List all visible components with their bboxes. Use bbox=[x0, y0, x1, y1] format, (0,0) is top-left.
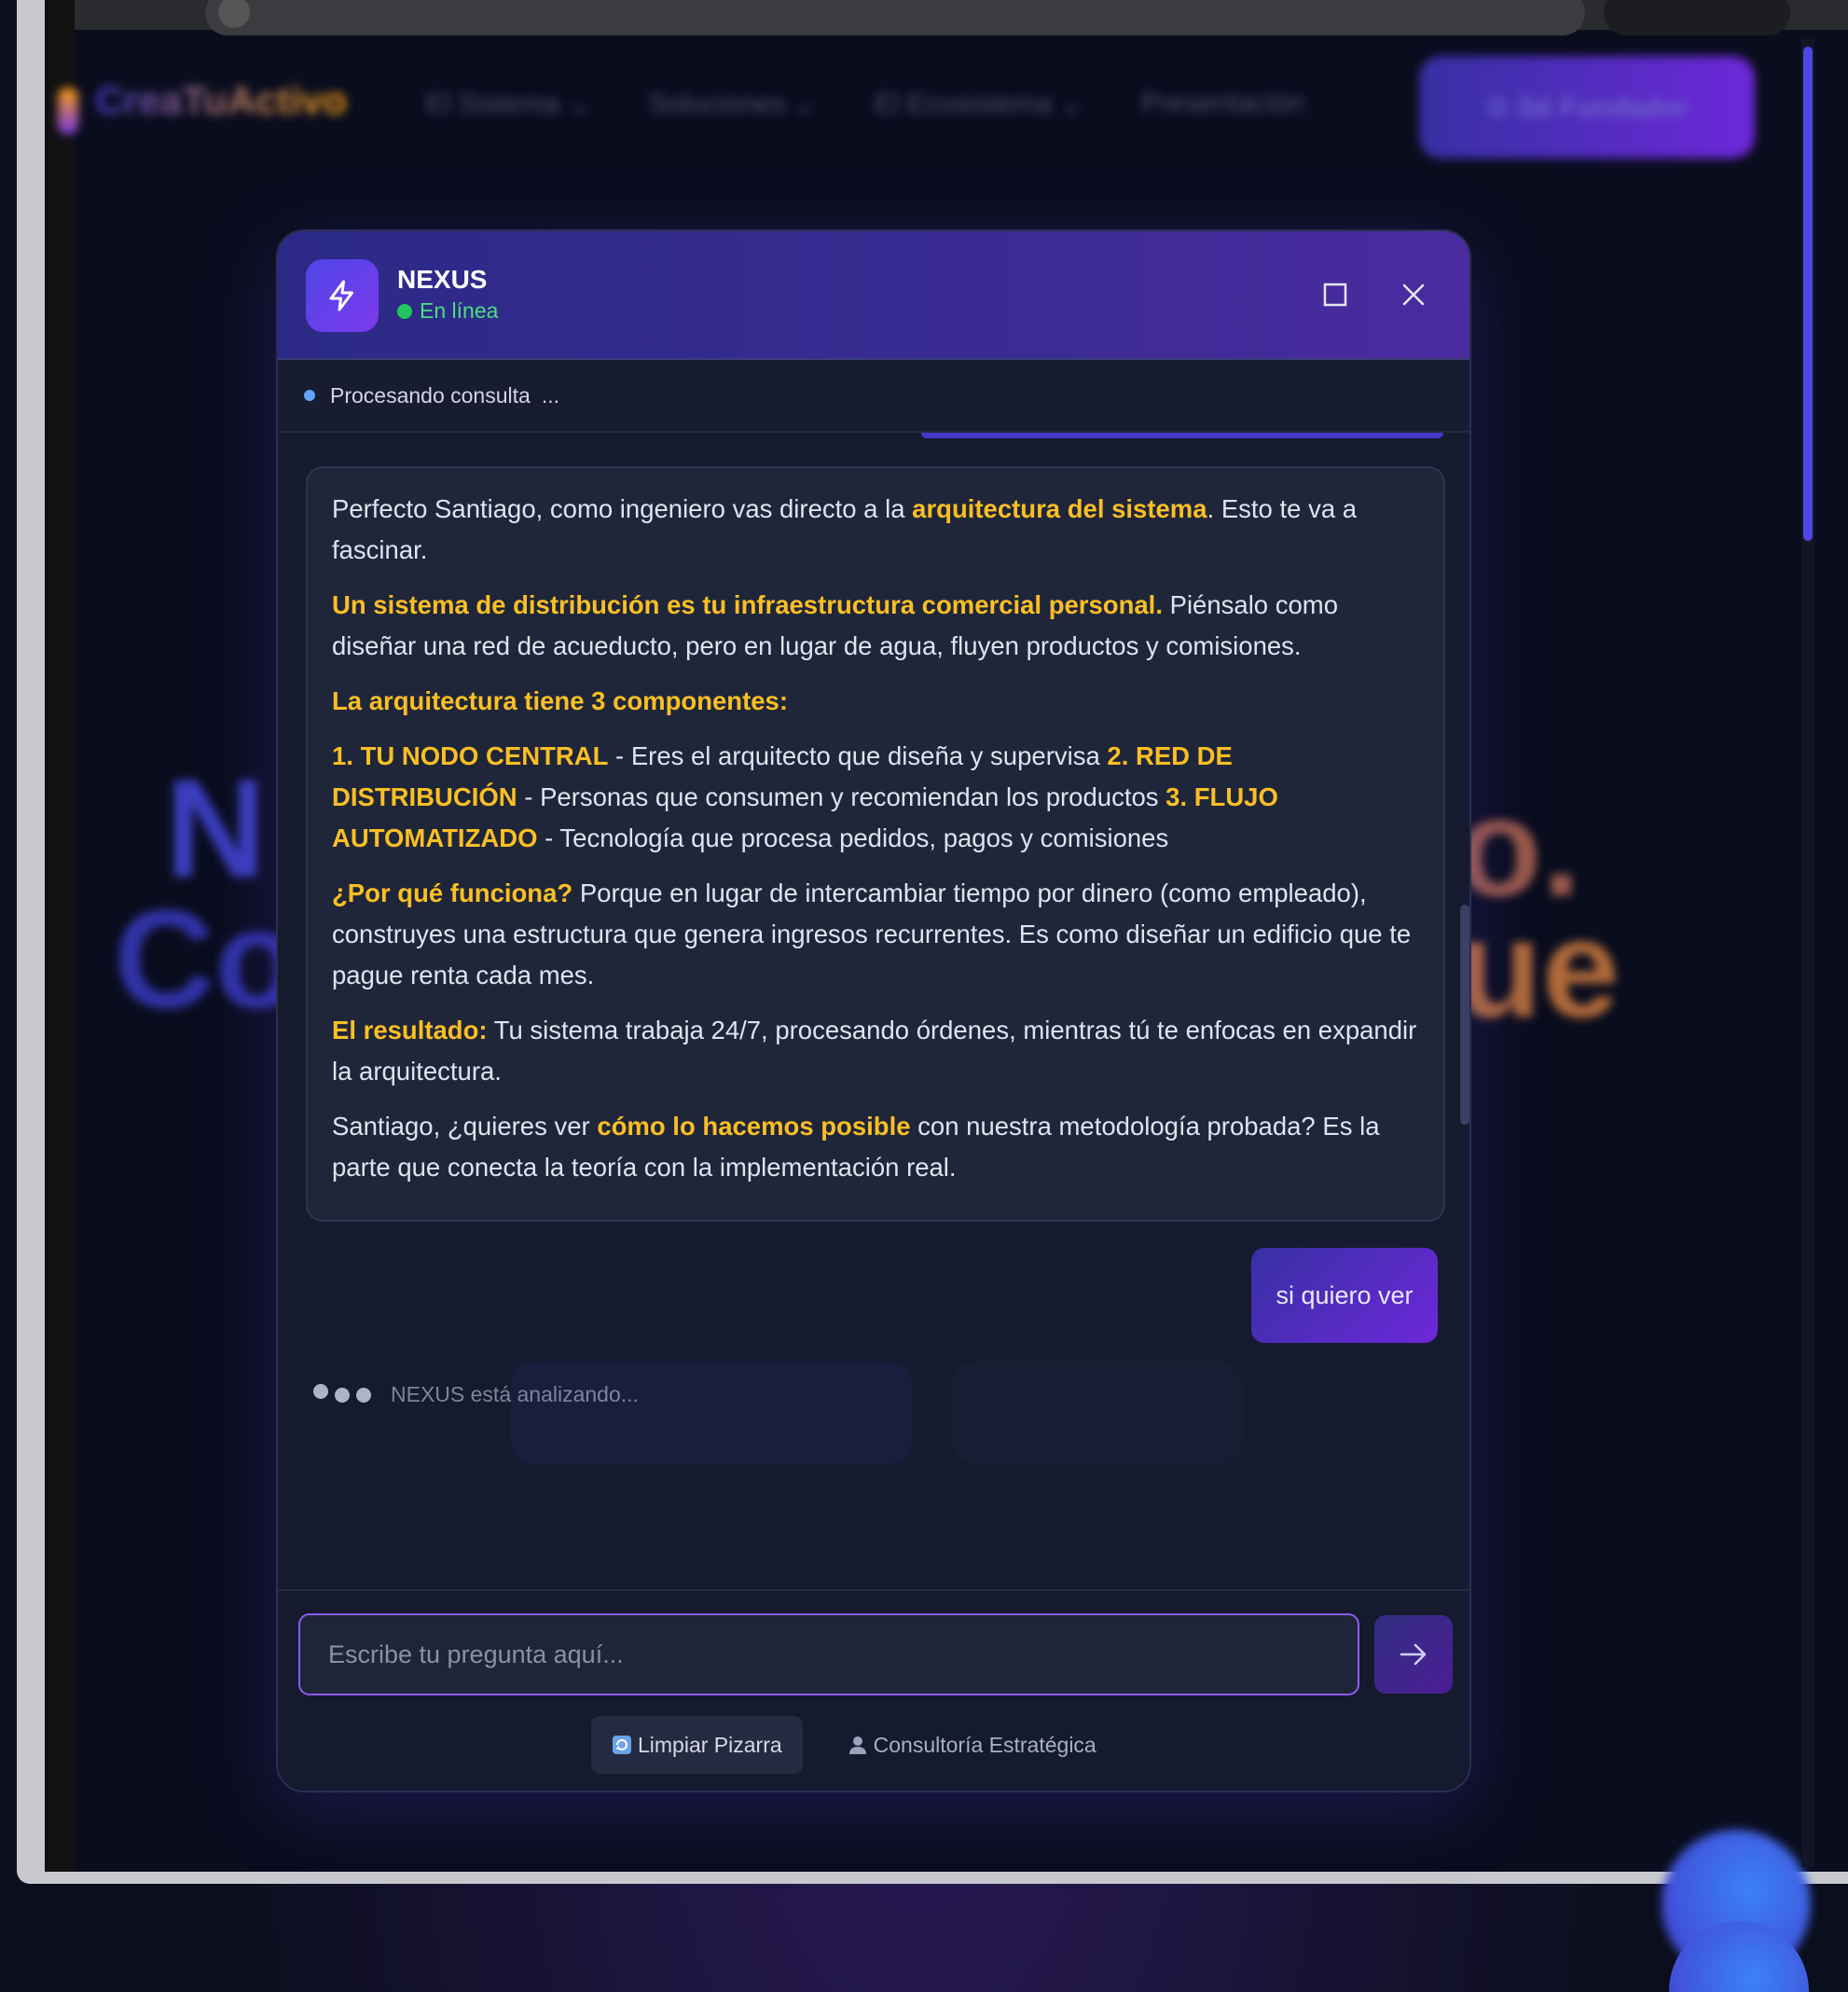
clear-board-button[interactable]: Limpiar Pizarra bbox=[591, 1716, 803, 1774]
bot-name: NEXUS bbox=[397, 265, 488, 294]
highlight-text: arquitectura del sistema bbox=[912, 494, 1207, 523]
typing-dot-icon bbox=[313, 1383, 328, 1399]
typing-dot-icon bbox=[356, 1387, 371, 1403]
highlight-text: La arquitectura tiene 3 componentes: bbox=[332, 686, 788, 715]
highlight-text: ¿Por qué funciona? bbox=[332, 878, 573, 907]
browser-toolbar bbox=[75, 0, 1848, 35]
site-logo[interactable]: CreaTuActivo bbox=[95, 78, 347, 123]
founder-cta-button[interactable]: ⚙ Sé Fundador bbox=[1419, 56, 1755, 159]
quick-actions: Limpiar Pizarra Consultoría Estratégica bbox=[591, 1716, 1117, 1774]
online-dot-icon bbox=[397, 303, 412, 319]
nav-soluciones[interactable]: Soluciones ⌄ bbox=[649, 88, 817, 120]
hero-headline-fragment: ue bbox=[1456, 890, 1620, 1046]
arrow-right-icon bbox=[1400, 1643, 1427, 1666]
message-paragraph: Un sistema de distribución es tu infraes… bbox=[332, 585, 1419, 667]
processing-text: Procesando consulta bbox=[330, 382, 531, 408]
screen: CreaTuActivo El Sistema ⌄ Soluciones ⌄ E… bbox=[0, 0, 1848, 1992]
refresh-icon bbox=[612, 1735, 632, 1755]
page-scrollbar-thumb[interactable] bbox=[1803, 47, 1813, 541]
close-icon bbox=[1402, 284, 1425, 306]
processing-dot-icon bbox=[304, 390, 315, 401]
highlight-text: El resultado: bbox=[332, 1016, 488, 1044]
close-button[interactable] bbox=[1389, 270, 1438, 319]
chat-composer: Limpiar Pizarra Consultoría Estratégica bbox=[278, 1589, 1469, 1791]
highlight-text: cómo lo hacemos posible bbox=[597, 1112, 911, 1141]
text-run: Tu sistema trabaja 24/7, procesando órde… bbox=[332, 1016, 1417, 1086]
bolt-icon bbox=[306, 259, 379, 332]
user-message: si quiero ver bbox=[1251, 1248, 1438, 1343]
text-run: - Personas que consumen y recomiendan lo… bbox=[517, 782, 1166, 811]
nav-el-sistema[interactable]: El Sistema ⌄ bbox=[426, 88, 591, 120]
message-list[interactable]: Perfecto Santiago, como ingeniero vas di… bbox=[278, 433, 1469, 1589]
maximize-button[interactable] bbox=[1311, 270, 1359, 319]
processing-bar: Procesando consulta ... bbox=[278, 360, 1469, 433]
blurred-background-button bbox=[511, 1362, 912, 1464]
typing-text: NEXUS está analizando... bbox=[391, 1382, 639, 1406]
typing-dot-icon bbox=[335, 1387, 350, 1403]
nav-presentacion[interactable]: Presentación bbox=[1141, 88, 1304, 120]
message-paragraph: Perfecto Santiago, como ingeniero vas di… bbox=[332, 489, 1419, 571]
site-nav: El Sistema ⌄ Soluciones ⌄ El Ecosistema … bbox=[426, 88, 1304, 120]
highlight-text: Un sistema de distribución es tu infraes… bbox=[332, 590, 1163, 619]
highlight-text: 1. TU NODO CENTRAL bbox=[332, 741, 609, 770]
strategic-consulting-label: Consultoría Estratégica bbox=[873, 1732, 1096, 1757]
square-icon bbox=[1323, 283, 1347, 307]
message-paragraph: La arquitectura tiene 3 componentes: bbox=[332, 681, 1419, 722]
message-paragraph: 1. TU NODO CENTRAL - Eres el arquitecto … bbox=[332, 736, 1419, 859]
text-run: - Tecnología que procesa pedidos, pagos … bbox=[537, 823, 1169, 852]
chat-window: NEXUS En línea Procesando consulta ... P… bbox=[276, 229, 1471, 1792]
text-run: Santiago, ¿quieres ver bbox=[332, 1112, 598, 1141]
text-run: - Eres el arquitecto que diseña y superv… bbox=[608, 741, 1108, 770]
typing-indicator: NEXUS está analizando... bbox=[313, 1382, 639, 1407]
previous-message-edge bbox=[921, 433, 1443, 438]
bot-message: Perfecto Santiago, como ingeniero vas di… bbox=[306, 466, 1445, 1222]
processing-ellipsis: ... bbox=[541, 382, 559, 408]
person-icon bbox=[848, 1735, 868, 1755]
strategic-consulting-button[interactable]: Consultoría Estratégica bbox=[827, 1716, 1117, 1774]
status-text: En línea bbox=[420, 298, 499, 323]
blurred-background-button bbox=[953, 1362, 1242, 1464]
status-indicator: En línea bbox=[397, 298, 498, 324]
message-paragraph: ¿Por qué funciona? Porque en lugar de in… bbox=[332, 873, 1419, 996]
site-info-icon[interactable] bbox=[218, 0, 250, 28]
clear-board-label: Limpiar Pizarra bbox=[638, 1732, 782, 1757]
chat-header: NEXUS En línea bbox=[278, 231, 1469, 360]
message-paragraph: El resultado: Tu sistema trabaja 24/7, p… bbox=[332, 1010, 1419, 1092]
hero-headline-fragment: Co bbox=[114, 880, 300, 1037]
message-paragraph: Santiago, ¿quieres ver cómo lo hacemos p… bbox=[332, 1106, 1419, 1188]
send-button[interactable] bbox=[1374, 1615, 1453, 1694]
logo-mark-icon bbox=[58, 88, 78, 134]
chat-input[interactable] bbox=[298, 1613, 1359, 1695]
nav-el-ecosistema[interactable]: El Ecosistema ⌄ bbox=[875, 88, 1083, 120]
text-run: Perfecto Santiago, como ingeniero vas di… bbox=[332, 494, 913, 523]
chat-scrollbar-thumb[interactable] bbox=[1460, 905, 1469, 1125]
